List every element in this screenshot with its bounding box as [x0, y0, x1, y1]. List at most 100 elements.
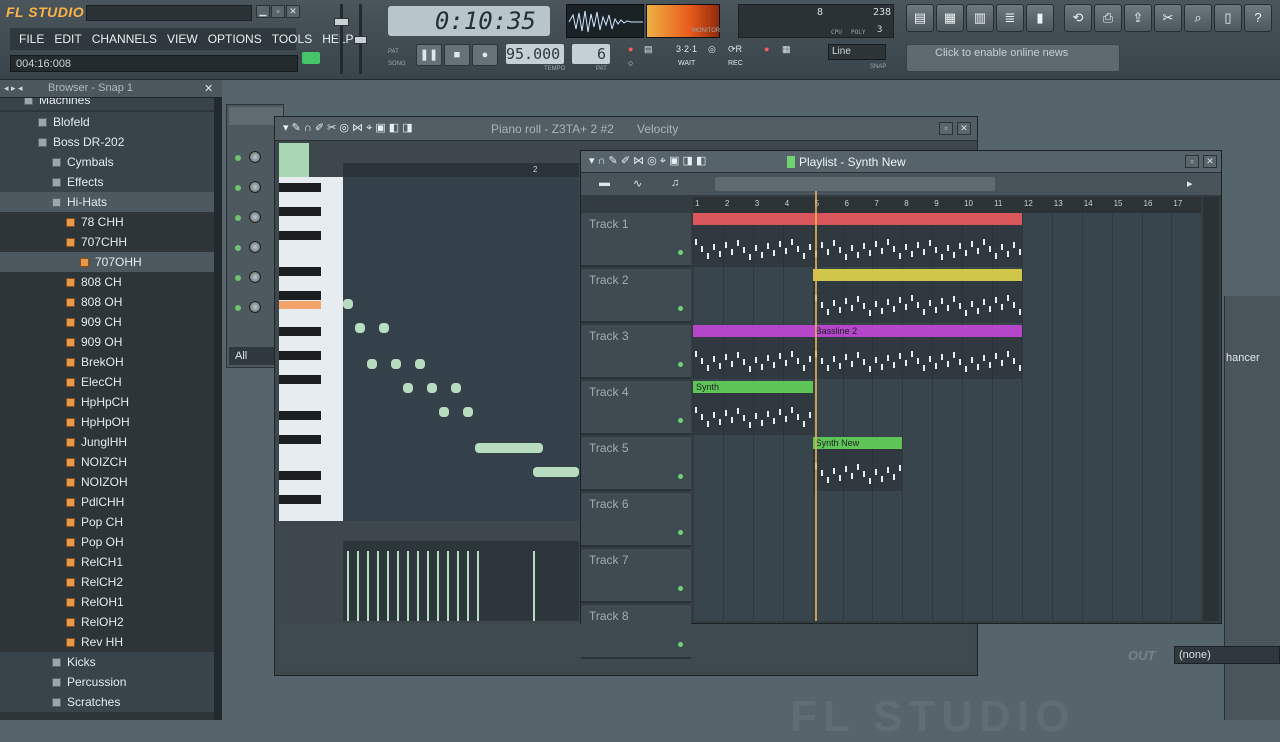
undo-icon[interactable]: ⟲ — [1064, 4, 1092, 32]
browser-sample[interactable]: HpHpCH — [0, 392, 214, 412]
record-button[interactable]: ● — [472, 44, 498, 66]
playlist-clip[interactable]: Bassline 2 — [812, 325, 1022, 379]
browser-sample[interactable]: ElecCH — [0, 372, 214, 392]
song-time-display[interactable]: 0:10:35 — [388, 6, 550, 36]
track-mute-led[interactable] — [678, 642, 683, 647]
master-pitch-slider[interactable] — [354, 4, 368, 74]
menu-options[interactable]: OPTIONS — [203, 32, 267, 46]
channel-volume-knob[interactable] — [249, 181, 261, 193]
playlist-ruler[interactable]: 1234567891011121314151617 — [693, 197, 1201, 213]
playhead[interactable] — [815, 191, 817, 621]
channel-led[interactable] — [235, 275, 241, 281]
browser-sample[interactable]: 909 CH — [0, 312, 214, 332]
online-status-icon[interactable] — [302, 52, 320, 64]
playlist-tools-icons[interactable]: ▾ ∩ ✎ ✐ ⋈ ◎ ⌖ ▣ ◨ ◧ — [589, 154, 706, 168]
browser-sample[interactable]: 707OHH — [0, 252, 214, 272]
browser-sample[interactable]: NOIZOH — [0, 472, 214, 492]
note[interactable] — [533, 467, 579, 477]
midi-icon[interactable]: ▦ — [782, 44, 791, 55]
track-header[interactable]: Track 3 — [581, 325, 691, 379]
browser-window-icon[interactable]: ≣ — [996, 4, 1024, 32]
channel-filter-select[interactable]: All — [229, 347, 277, 365]
piano-roll-close-button[interactable]: ✕ — [957, 122, 971, 135]
wait-label[interactable]: WAIT — [678, 60, 695, 67]
velocity-lane[interactable] — [343, 541, 579, 621]
browser-folder[interactable]: Effects — [0, 172, 214, 192]
playlist-maximize-button[interactable]: ▫ — [1185, 155, 1199, 168]
master-volume-slider[interactable] — [332, 4, 352, 74]
search-icon[interactable]: ⌕ — [1184, 4, 1212, 32]
piano-roll-icon[interactable]: ▥ — [966, 4, 994, 32]
browser-nav-icons[interactable]: ◂ ▸ ◂ — [4, 83, 23, 94]
online-news-bar[interactable]: Click to enable online news — [906, 44, 1120, 72]
browser-sample[interactable]: Pop OH — [0, 532, 214, 552]
channel-led[interactable] — [235, 185, 241, 191]
note[interactable] — [415, 359, 425, 369]
playlist-play-icon[interactable] — [787, 156, 795, 168]
playlist-clip[interactable] — [693, 213, 1022, 267]
loop-record-icon[interactable]: ⟳R — [728, 44, 742, 55]
minimize-button[interactable]: ▁ — [256, 5, 270, 18]
piano-roll-tools-icons[interactable]: ▾ ✎ ∩ ✐ ✂ ◎ ⋈ ⌖ ▣ ◧ ◨ — [283, 121, 413, 135]
menu-channels[interactable]: CHANNELS — [87, 32, 162, 46]
pattern-number-display[interactable]: 6 — [572, 44, 610, 64]
channel-led[interactable] — [235, 155, 241, 161]
song-title-field[interactable] — [86, 5, 252, 21]
track-mute-led[interactable] — [678, 418, 683, 423]
browser-sample[interactable]: 808 OH — [0, 292, 214, 312]
track-mute-led[interactable] — [678, 306, 683, 311]
browser-sample[interactable]: RelCH1 — [0, 552, 214, 572]
note[interactable] — [391, 359, 401, 369]
track-mute-led[interactable] — [678, 362, 683, 367]
playlist-window-icon[interactable]: ▤ — [906, 4, 934, 32]
note[interactable] — [355, 323, 365, 333]
browser-sample[interactable]: NOIZCH — [0, 452, 214, 472]
channel-volume-knob[interactable] — [249, 211, 261, 223]
blend-notes-icon[interactable]: ◎ — [708, 44, 716, 55]
note[interactable] — [379, 323, 389, 333]
cut-icon[interactable]: ✂ — [1154, 4, 1182, 32]
browser-folder[interactable]: Hi-Hats — [0, 192, 214, 212]
note[interactable] — [367, 359, 377, 369]
note[interactable] — [403, 383, 413, 393]
browser-sample[interactable]: BrekOH — [0, 352, 214, 372]
snap-select[interactable]: Line — [828, 44, 886, 60]
mixer-window-icon[interactable]: ▮ — [1026, 4, 1054, 32]
browser-folder[interactable]: Blofeld — [0, 112, 214, 132]
browser-sample[interactable]: JunglHH — [0, 432, 214, 452]
note[interactable] — [343, 299, 353, 309]
browser-sample[interactable]: 909 OH — [0, 332, 214, 352]
track-header[interactable]: Track 4 — [581, 381, 691, 435]
track-header[interactable]: Track 6 — [581, 493, 691, 547]
channel-led[interactable] — [235, 215, 241, 221]
close-button[interactable]: ✕ — [286, 5, 300, 18]
playlist-title[interactable]: Playlist - Synth New — [799, 155, 906, 169]
browser-sample[interactable]: RelOH1 — [0, 592, 214, 612]
browser-folder[interactable]: Machines — [0, 98, 214, 110]
channel-volume-knob[interactable] — [249, 241, 261, 253]
channel-led[interactable] — [235, 245, 241, 251]
document-icon[interactable]: ▯ — [1214, 4, 1242, 32]
scroll-right-icon[interactable]: ▸ — [1187, 177, 1193, 190]
track-view-icon[interactable]: ▬ — [599, 177, 610, 189]
playlist-clip[interactable]: Synth — [693, 381, 813, 435]
channel-led[interactable] — [235, 305, 241, 311]
browser-sample[interactable]: PdlCHH — [0, 492, 214, 512]
piano-roll-maximize-button[interactable]: ▫ — [939, 122, 953, 135]
browser-folder[interactable]: Percussion — [0, 672, 214, 692]
note[interactable] — [439, 407, 449, 417]
browser-sample[interactable]: Pop CH — [0, 512, 214, 532]
note[interactable] — [463, 407, 473, 417]
piano-roll-grid[interactable] — [343, 177, 579, 521]
song-mode-label[interactable]: SONG — [388, 61, 406, 67]
mixer-slot-label[interactable]: hancer — [1226, 352, 1260, 364]
track-header[interactable]: Track 5 — [581, 437, 691, 491]
browser-sample[interactable]: 78 CHH — [0, 212, 214, 232]
track-header[interactable]: Track 2 — [581, 269, 691, 323]
menu-tools[interactable]: TOOLS — [267, 32, 317, 46]
playlist-grid[interactable]: Bassline 2 Synth Synth New — [693, 213, 1201, 621]
pat-mode-label[interactable]: PAT — [388, 49, 399, 55]
step-edit-icon[interactable]: ▤ — [644, 44, 653, 55]
browser-sample[interactable]: 808 CH — [0, 272, 214, 292]
browser-scrollbar[interactable] — [214, 98, 222, 720]
